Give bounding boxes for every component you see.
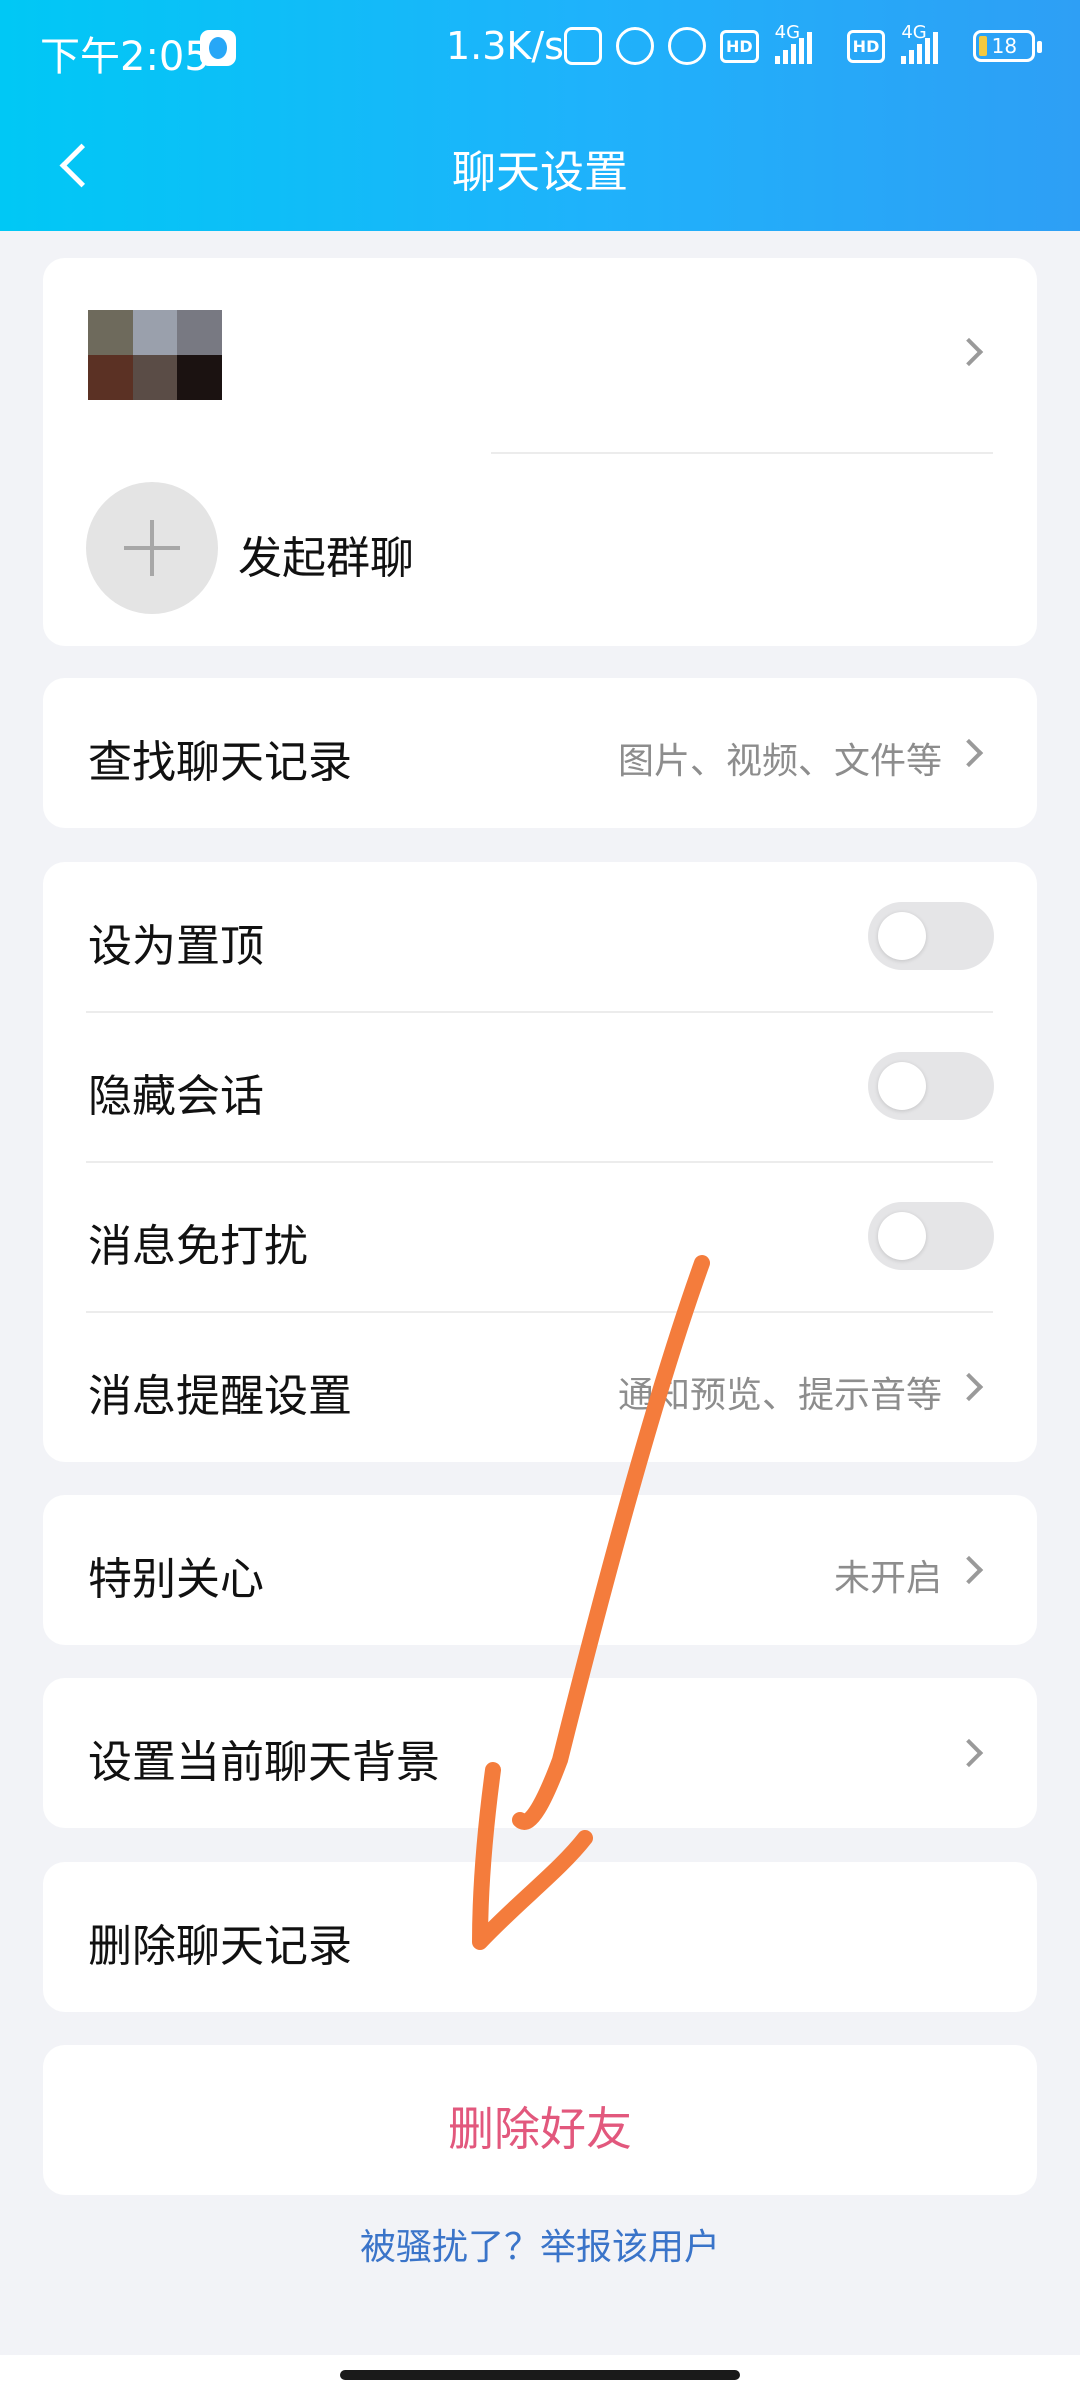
network-speed: 1.3K/s <box>446 24 564 68</box>
pin-chat-row: 设为置顶 <box>43 862 1037 1012</box>
notify-settings-hint: 通知预览、提示音等 <box>617 1375 942 1416</box>
pin-chat-toggle[interactable] <box>868 902 994 970</box>
chevron-right-icon <box>954 738 984 768</box>
chat-background-label: 设置当前聊天背景 <box>88 1737 440 1788</box>
avatar <box>88 310 222 400</box>
do-not-disturb-label: 消息免打扰 <box>88 1221 308 1272</box>
search-history-card: 查找聊天记录 图片、视频、文件等 <box>43 678 1037 828</box>
notify-settings-label: 消息提醒设置 <box>88 1371 352 1422</box>
mute-icon <box>616 27 654 65</box>
signal-icon: 4G <box>773 22 833 66</box>
report-user-link[interactable]: 被骚扰了？举报该用户 <box>0 2218 1080 2270</box>
do-not-disturb-row: 消息免打扰 <box>43 1162 1037 1312</box>
signal-icon-2: 4G <box>899 22 959 66</box>
chat-background-card: 设置当前聊天背景 <box>43 1678 1037 1828</box>
delete-friend-button[interactable]: 删除好友 <box>43 2045 1037 2195</box>
do-not-disturb-toggle[interactable] <box>868 1202 994 1270</box>
hide-chat-toggle[interactable] <box>868 1052 994 1120</box>
chevron-right-icon <box>954 337 984 367</box>
search-history-hint: 图片、视频、文件等 <box>617 741 942 782</box>
qq-notification-icon <box>200 30 236 66</box>
alarm-icon <box>668 27 706 65</box>
special-care-status: 未开启 <box>833 1558 942 1599</box>
delete-friend-label: 删除好友 <box>448 2102 632 2156</box>
divider <box>491 452 993 454</box>
search-history-row[interactable]: 查找聊天记录 图片、视频、文件等 <box>43 678 1037 828</box>
profile-card: 发起群聊 <box>43 258 1037 646</box>
status-bar: 下午2:05 1.3K/s HD 4G HD 4G 18 <box>0 0 1080 100</box>
delete-history-label: 删除聊天记录 <box>88 1921 352 1972</box>
nfc-icon <box>564 27 602 65</box>
add-icon <box>86 482 218 614</box>
hd-icon: HD <box>720 29 759 63</box>
nav-bar: 聊天设置 <box>0 100 1080 231</box>
hide-chat-label: 隐藏会话 <box>88 1071 264 1122</box>
search-history-label: 查找聊天记录 <box>88 737 352 788</box>
status-time: 下午2:05 <box>40 34 210 80</box>
hd-icon-2: HD <box>846 29 886 63</box>
special-care-row[interactable]: 特别关心 未开启 <box>43 1495 1037 1645</box>
start-group-chat-row[interactable]: 发起群聊 <box>43 458 1037 646</box>
chevron-right-icon <box>954 1372 984 1402</box>
start-group-label: 发起群聊 <box>238 533 414 584</box>
pin-chat-label: 设为置顶 <box>88 921 264 972</box>
chevron-right-icon <box>954 1555 984 1585</box>
chat-options-card: 设为置顶 隐藏会话 消息免打扰 消息提醒设置 通知预览、提示音等 <box>43 862 1037 1462</box>
delete-friend-card: 删除好友 <box>43 2045 1037 2195</box>
page-title: 聊天设置 <box>452 147 628 198</box>
battery-icon: 18 <box>973 30 1043 62</box>
home-indicator[interactable] <box>340 2370 740 2380</box>
special-care-card: 特别关心 未开启 <box>43 1495 1037 1645</box>
delete-history-card: 删除聊天记录 <box>43 1862 1037 2012</box>
notify-settings-row[interactable]: 消息提醒设置 通知预览、提示音等 <box>43 1312 1037 1462</box>
friend-profile-row[interactable] <box>43 258 1037 453</box>
special-care-label: 特别关心 <box>88 1554 264 1605</box>
delete-history-row[interactable]: 删除聊天记录 <box>43 1862 1037 2012</box>
chevron-right-icon <box>954 1738 984 1768</box>
chat-background-row[interactable]: 设置当前聊天背景 <box>43 1678 1037 1828</box>
status-icons: HD 4G HD 4G 18 <box>564 22 1043 66</box>
hide-chat-row: 隐藏会话 <box>43 1012 1037 1162</box>
